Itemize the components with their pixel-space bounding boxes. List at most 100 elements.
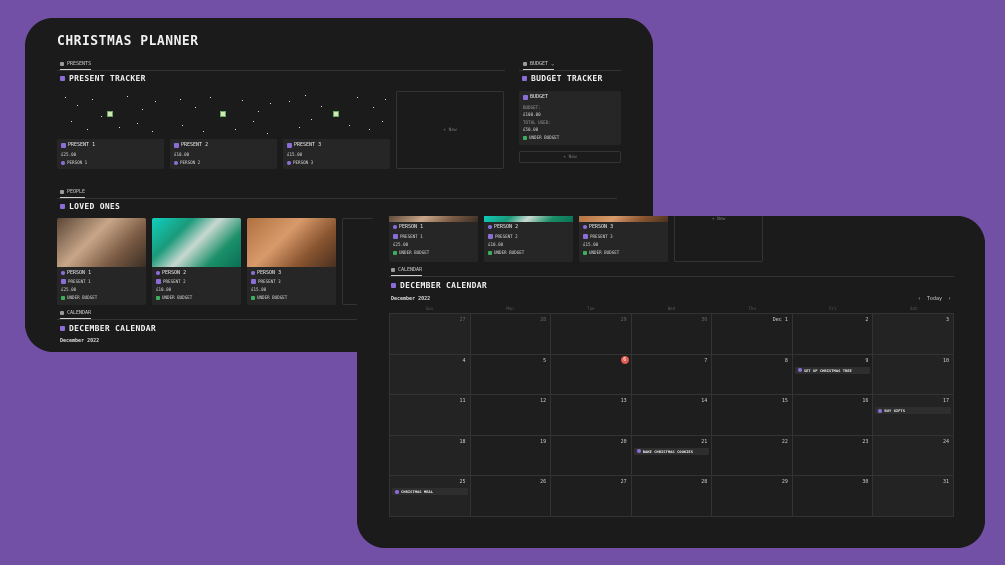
calendar-day-cell[interactable]: 28 [470, 314, 552, 355]
event-icon [395, 489, 399, 494]
present-card-3[interactable]: PRESENT 3 £15.00 PERSON 3 [283, 91, 390, 169]
chevron-right-icon[interactable]: › [948, 296, 951, 302]
calendar-day-cell[interactable]: 27 [390, 314, 471, 355]
person-icon [61, 160, 65, 165]
day-number: 31 [942, 479, 949, 486]
calendar-day-cell[interactable]: 7 [631, 354, 713, 396]
check-icon [251, 295, 255, 300]
weekday-label: Sun [425, 306, 433, 311]
day-number: 30 [701, 317, 708, 323]
present-person: PERSON 1 [61, 160, 87, 165]
calendar-title-label: DECEMBER CALENDAR [69, 324, 156, 333]
calendar-day-cell[interactable]: 25 CHRISTMAS MEAL [390, 476, 471, 517]
tab-budget[interactable]: BUDGET ⌄ [523, 61, 555, 70]
used-value: £50.00 [523, 127, 539, 132]
chevron-left-icon[interactable]: ‹ [918, 296, 921, 302]
day-number: 27 [620, 479, 627, 486]
day-number: 12 [540, 398, 547, 405]
budget-icon [523, 62, 527, 66]
tab-presents[interactable]: PRESENTS [60, 61, 92, 70]
day-number: 4 [462, 357, 466, 364]
divider [57, 198, 617, 199]
day-number: 24 [942, 438, 949, 445]
event-label: BUY GIFTS [884, 408, 905, 414]
person-card-1[interactable]: PERSON 1 PRESENT 1 £25.00 UNDER BUDGET [389, 216, 478, 262]
new-present-button[interactable]: + New [396, 91, 504, 169]
person-name: PERSON 2 [156, 270, 186, 276]
calendar-day-cell[interactable]: 8 [712, 354, 793, 396]
calendar-day-cell[interactable]: 21 BAKE CHRISTMAS COOKIES [631, 435, 713, 477]
person-card-2[interactable]: PERSON 2 PRESENT 2 £10.00 UNDER BUDGET [484, 216, 573, 262]
calendar-day-cell[interactable]: 13 [551, 395, 632, 436]
person-amount: £15.00 [251, 287, 267, 292]
calendar-day-cell[interactable]: 16 [792, 395, 874, 436]
person-name: PERSON 1 [61, 270, 91, 276]
calendar-day-cell[interactable]: Dec 1 [712, 314, 793, 355]
tab-people[interactable]: PEOPLE [60, 189, 86, 198]
person-status: UNDER BUDGET [583, 250, 619, 255]
day-number: 20 [620, 438, 627, 445]
calendar-day-cell[interactable]: 18 [390, 435, 471, 477]
day-number: 21 [701, 438, 708, 445]
day-number: 26 [540, 479, 547, 486]
person-card-3[interactable]: PERSON 3 PRESENT 3 £15.00 UNDER BUDGET [579, 216, 668, 262]
person-photo [579, 216, 668, 222]
new-budget-button[interactable]: + New [519, 151, 621, 163]
calendar-day-cell[interactable]: 29 [712, 476, 793, 517]
calendar-event[interactable]: CHRISTMAS MEAL [392, 488, 468, 496]
day-number: 28 [701, 479, 708, 486]
calendar-day-cell[interactable]: 31 [873, 476, 954, 517]
person-card-2[interactable]: PERSON 2 PRESENT 2 £10.00 UNDER BUDGET [152, 218, 241, 305]
today-button[interactable]: Today [927, 296, 942, 302]
calendar-day-cell[interactable]: 19 [470, 435, 552, 477]
person-photo [247, 218, 336, 267]
calendar-day-cell[interactable]: 22 [712, 435, 793, 477]
calendar-event[interactable]: BAKE CHRISTMAS COOKIES [633, 447, 710, 455]
calendar-day-cell[interactable]: 29 [551, 314, 632, 355]
present-price: £10.00 [174, 152, 190, 157]
calendar-day-cell[interactable]: 2 [792, 314, 874, 355]
calendar-day-cell[interactable]: 20 [551, 435, 632, 477]
calendar-day-cell[interactable]: 11 [390, 395, 471, 436]
calendar-day-cell[interactable]: 4 [390, 354, 471, 396]
calendar-day-cell[interactable]: 6 [551, 354, 632, 396]
calendar-day-cell[interactable]: 24 [873, 435, 954, 477]
snow-cover [170, 91, 277, 139]
check-icon [523, 135, 527, 140]
present-card-2[interactable]: PRESENT 2 £10.00 PERSON 2 [170, 91, 277, 169]
calendar-day-cell[interactable]: 3 [873, 314, 954, 355]
present-card-1[interactable]: PRESENT 1 £25.00 PERSON 1 [57, 91, 164, 169]
check-icon [156, 295, 160, 300]
present-name: PRESENT 3 [287, 142, 321, 148]
new-person-button[interactable]: + New [674, 216, 763, 262]
person-card-3[interactable]: PERSON 3 PRESENT 3 £15.00 UNDER BUDGET [247, 218, 336, 305]
calendar-day-cell[interactable]: 27 [551, 476, 632, 517]
calendar-month: December 2022 [60, 338, 100, 344]
calendar-day-cell[interactable]: 23 [792, 435, 874, 477]
person-card-1[interactable]: PERSON 1 PRESENT 1 £25.00 UNDER BUDGET [57, 218, 146, 305]
tracker-icon [522, 76, 527, 81]
calendar-day-cell[interactable]: 30 [792, 476, 874, 517]
tab-budget-label: BUDGET [530, 61, 549, 67]
tab-calendar[interactable]: CALENDAR [60, 310, 92, 319]
person-status: UNDER BUDGET [156, 295, 192, 300]
tab-calendar[interactable]: CALENDAR [391, 267, 423, 276]
calendar-day-cell[interactable]: 9 SET UP CHRISTMAS TREE [792, 354, 874, 396]
event-label: SET UP CHRISTMAS TREE [803, 367, 852, 373]
gift-icon [107, 111, 113, 117]
calendar-event[interactable]: BUY GIFTS [875, 407, 951, 415]
calendar-day-cell[interactable]: 5 [470, 354, 552, 396]
calendar-day-cell[interactable]: 17 BUY GIFTS [873, 395, 954, 436]
day-number: 11 [459, 398, 466, 405]
loved-ones-label: LOVED ONES [69, 202, 121, 211]
calendar-day-cell[interactable]: 15 [712, 395, 793, 436]
budget-card[interactable]: BUDGET BUDGET: £100.00 TOTAL USED: £50.0… [519, 91, 621, 145]
calendar-day-cell[interactable]: 12 [470, 395, 552, 436]
calendar-event[interactable]: SET UP CHRISTMAS TREE [794, 366, 871, 374]
calendar-day-cell[interactable]: 10 [873, 354, 954, 396]
calendar-day-cell[interactable]: 28 [631, 476, 713, 517]
calendar-day-cell[interactable]: 14 [631, 395, 713, 436]
calendar-day-cell[interactable]: 30 [631, 314, 713, 355]
calendar-day-cell[interactable]: 26 [470, 476, 552, 517]
day-number: 13 [620, 398, 627, 405]
